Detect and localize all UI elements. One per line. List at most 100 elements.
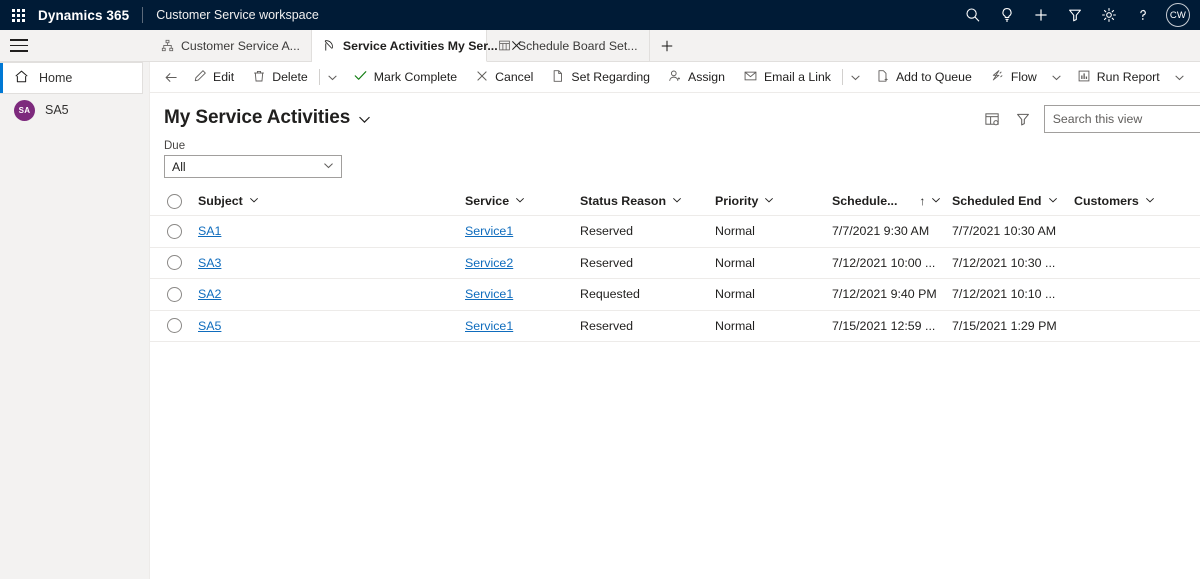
row-select-cell[interactable] [150, 318, 198, 334]
chevron-down-icon[interactable] [931, 194, 941, 208]
tab-schedule-board-settings[interactable]: Schedule Board Set... [487, 30, 650, 61]
more-commands-button[interactable] [1193, 62, 1200, 93]
column-label: Status Reason [580, 194, 667, 208]
sort-ascending-icon: ↑ [919, 194, 926, 208]
cell-priority: Normal [715, 318, 755, 333]
row-select-cell[interactable] [150, 286, 198, 302]
tab-list: Customer Service A... Service Activities… [150, 30, 650, 62]
row-select-cell[interactable] [150, 255, 198, 271]
search-input[interactable] [1052, 112, 1200, 126]
service-link[interactable]: Service1 [465, 224, 513, 238]
new-tab-button[interactable] [650, 30, 684, 61]
user-avatar[interactable]: CW [1166, 3, 1190, 27]
column-header-priority[interactable]: Priority [715, 194, 832, 208]
cell-status-reason: Reserved [580, 255, 634, 270]
app-launcher-button[interactable] [0, 0, 36, 30]
chevron-down-icon[interactable] [672, 194, 682, 208]
assign-button[interactable]: Assign [659, 62, 734, 93]
sitemap-icon [161, 39, 174, 52]
column-header-scheduled-end[interactable]: Scheduled End [952, 194, 1074, 208]
tab-service-activities-my-services[interactable]: Service Activities My Ser... [311, 30, 521, 62]
row-checkbox[interactable] [166, 223, 182, 239]
delete-dropdown-chevron-down-icon[interactable] [322, 62, 344, 93]
help-icon[interactable] [1126, 0, 1160, 30]
email-a-link-button[interactable]: Email a Link [734, 62, 840, 93]
select-all-cell[interactable] [150, 193, 198, 209]
table-row[interactable]: SA3 Service2 Reserved Normal 7/12/2021 1… [150, 248, 1200, 279]
view-header: My Service Activities Search this view D… [150, 93, 1200, 178]
avatar: SA [14, 99, 35, 121]
subject-link[interactable]: SA5 [198, 319, 221, 333]
sidebar-item-home[interactable]: Home [0, 62, 143, 94]
edit-columns-icon[interactable] [978, 105, 1008, 133]
chevron-down-icon[interactable] [764, 194, 774, 208]
nav-menu-toggle[interactable] [0, 30, 150, 61]
chevron-down-icon[interactable] [1048, 194, 1058, 208]
set-regarding-button[interactable]: Set Regarding [542, 62, 659, 93]
search-this-view-box[interactable] [1043, 105, 1200, 133]
top-bar-actions: CW [956, 0, 1192, 30]
grid-header-row: Subject Service Status Reason Priority S… [150, 187, 1200, 216]
delete-button[interactable]: Delete [243, 62, 317, 93]
cell-status-reason: Reserved [580, 318, 634, 333]
chevron-down-icon[interactable] [1145, 194, 1155, 208]
view-selector-chevron-down-icon[interactable] [358, 113, 371, 126]
tab-customer-service-agent[interactable]: Customer Service A... [150, 30, 312, 61]
column-header-customers[interactable]: Customers [1074, 194, 1200, 208]
subject-link[interactable]: SA1 [198, 224, 221, 238]
service-link[interactable]: Service1 [465, 287, 513, 301]
cell-scheduled-start: 7/12/2021 10:00 ... [832, 255, 936, 270]
row-checkbox[interactable] [166, 286, 182, 302]
command-divider [841, 69, 843, 85]
sidebar-item-sa5[interactable]: SA SA5 [0, 94, 149, 126]
table-row[interactable]: SA2 Service1 Requested Normal 7/12/2021 … [150, 279, 1200, 311]
email-dropdown-chevron-down-icon[interactable] [845, 62, 867, 93]
filter-icon[interactable] [1008, 105, 1038, 133]
chevron-down-icon[interactable] [249, 194, 259, 208]
service-link[interactable]: Service2 [465, 256, 513, 270]
gear-icon[interactable] [1092, 0, 1126, 30]
column-label: Subject [198, 194, 243, 208]
service-link[interactable]: Service1 [465, 319, 513, 333]
subject-link[interactable]: SA2 [198, 287, 221, 301]
run-report-button[interactable]: Run Report [1068, 62, 1169, 93]
table-row[interactable]: SA1 Service1 Reserved Normal 7/7/2021 9:… [150, 216, 1200, 248]
run-report-chevron-down-icon[interactable] [1169, 62, 1191, 93]
row-checkbox[interactable] [166, 318, 182, 334]
mark-complete-button[interactable]: Mark Complete [344, 62, 466, 93]
select-all-checkbox[interactable] [166, 193, 182, 209]
lightbulb-icon[interactable] [990, 0, 1024, 30]
filter-icon[interactable] [1058, 0, 1092, 30]
cancel-button[interactable]: Cancel [466, 62, 542, 93]
column-header-status-reason[interactable]: Status Reason [580, 194, 715, 208]
sidebar-item-label: Home [39, 71, 73, 85]
subject-link[interactable]: SA3 [198, 256, 221, 270]
home-icon [14, 69, 29, 87]
app-name-label: Customer Service workspace [156, 8, 319, 22]
plus-icon[interactable] [1024, 0, 1058, 30]
report-icon [1077, 69, 1091, 86]
command-label: Run Report [1096, 70, 1160, 84]
chevron-down-icon[interactable] [515, 194, 525, 208]
row-checkbox[interactable] [166, 255, 182, 271]
column-header-scheduled-start[interactable]: Schedule... ↑ [832, 194, 952, 208]
column-header-subject[interactable]: Subject [198, 194, 465, 208]
column-header-service[interactable]: Service [465, 194, 580, 208]
column-label: Scheduled End [952, 194, 1042, 208]
flow-button[interactable]: Flow [981, 62, 1046, 93]
flow-chevron-down-icon[interactable] [1046, 62, 1068, 93]
edit-button[interactable]: Edit [184, 62, 243, 93]
person-icon [668, 69, 682, 86]
command-label: Flow [1010, 70, 1037, 84]
tab-label: Customer Service A... [181, 38, 300, 53]
checkmark-icon [353, 68, 368, 86]
due-filter-select[interactable]: All [164, 155, 342, 178]
top-navigation-bar: Dynamics 365 Customer Service workspace … [0, 0, 1200, 30]
command-label: Set Regarding [571, 70, 651, 84]
command-label: Edit [213, 70, 235, 84]
search-icon[interactable] [956, 0, 990, 30]
table-row[interactable]: SA5 Service1 Reserved Normal 7/15/2021 1… [150, 311, 1200, 342]
add-to-queue-button[interactable]: Add to Queue [867, 62, 981, 93]
back-arrow-icon[interactable] [158, 62, 184, 93]
row-select-cell[interactable] [150, 223, 198, 239]
